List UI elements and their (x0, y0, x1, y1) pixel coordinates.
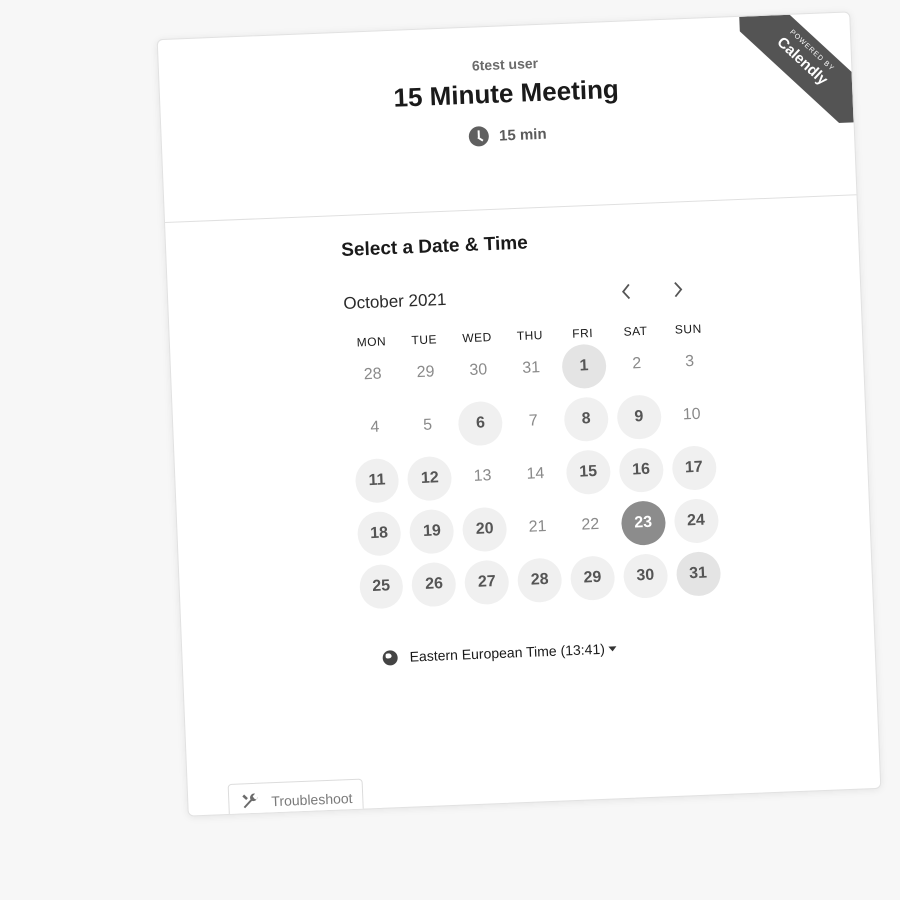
calendar-day-outside-month: 28 (363, 365, 382, 384)
calendar-day-unavailable: 14 (526, 465, 545, 483)
calendar-day-available[interactable]: 25 (358, 563, 405, 610)
globe-icon (382, 649, 398, 666)
calendar-day-unavailable: 7 (528, 412, 539, 430)
calendar-day-available[interactable]: 30 (622, 553, 669, 599)
calendar-grid: MON TUE WED THU FRI SAT SUN 28 29 30 31 … (345, 321, 726, 615)
calendar-day-outside-month: 30 (469, 361, 488, 379)
calendar-day-outside-month: 31 (521, 359, 541, 377)
weekday-label: SAT (623, 323, 648, 339)
troubleshoot-label: Troubleshoot (271, 789, 353, 810)
calendar-day-available[interactable]: 18 (356, 510, 402, 557)
select-date-title: Select a Date & Time (340, 232, 529, 261)
timezone-label: Eastern European Time (13:41) (409, 640, 617, 665)
powered-by-badge[interactable]: POWERED BY Calendly (739, 12, 854, 127)
chevron-right-icon (674, 282, 683, 298)
weekday-label: MON (356, 334, 387, 350)
calendar-day-available[interactable]: 6 (457, 400, 504, 447)
calendar-day-unavailable: 13 (473, 467, 492, 485)
calendar-day-unavailable: 4 (370, 418, 380, 436)
weekday-label: WED (462, 330, 493, 346)
chevron-left-icon (621, 283, 631, 300)
booking-card: POWERED BY Calendly 6test user 15 Minute… (156, 11, 882, 817)
calendar-day-unavailable: 21 (528, 517, 547, 536)
calendar-day-available[interactable]: 1 (561, 343, 607, 390)
month-label: October 2021 (343, 289, 447, 313)
calendar-day-unavailable: 3 (684, 352, 695, 371)
duration-label: 15 min (498, 125, 547, 145)
calendar-day-available[interactable]: 19 (409, 508, 455, 555)
next-month-button[interactable] (663, 274, 694, 305)
month-navigation: October 2021 (343, 273, 714, 318)
troubleshoot-button[interactable]: Troubleshoot (227, 778, 365, 817)
calendar-day-unavailable: 22 (581, 515, 600, 534)
weekday-label: THU (516, 327, 544, 344)
calendar-day-available[interactable]: 9 (616, 394, 662, 441)
calendar-day-available[interactable]: 12 (407, 455, 453, 502)
timezone-text: Eastern European Time (13:41) (409, 640, 606, 665)
calendar-day-available[interactable]: 15 (565, 449, 612, 496)
calendar-day-available[interactable]: 20 (461, 506, 508, 553)
calendar-day-available[interactable]: 16 (618, 447, 664, 494)
weekday-label: TUE (411, 332, 438, 348)
calendar-day-available[interactable]: 11 (354, 457, 400, 504)
calendar-day-unavailable: 5 (422, 416, 433, 434)
calendar-day-available[interactable]: 28 (516, 557, 563, 604)
calendar-day-available[interactable]: 26 (411, 561, 457, 608)
calendar-day-available[interactable]: 8 (563, 396, 609, 443)
calendar-day-unavailable: 2 (632, 355, 642, 373)
calendar-day-unavailable: 10 (682, 405, 701, 424)
calendar-day-available[interactable]: 24 (673, 498, 719, 544)
calendar-day-available[interactable]: 17 (671, 445, 717, 491)
clock-icon (468, 125, 490, 147)
weekday-label: SUN (674, 321, 703, 337)
caret-down-icon (608, 646, 617, 652)
previous-month-button[interactable] (611, 276, 642, 307)
scheduler: Select a Date & Time October 2021 MON TU… (166, 219, 875, 673)
wrench-icon (242, 793, 258, 809)
calendar-day-available[interactable]: 31 (675, 551, 721, 597)
timezone-selector[interactable]: Eastern European Time (13:41) (382, 630, 874, 666)
calendar-day-outside-month: 29 (416, 363, 435, 382)
calendar-day-available[interactable]: 29 (569, 555, 616, 602)
weekday-label: FRI (571, 325, 594, 341)
calendar-day-selected[interactable]: 23 (620, 500, 667, 546)
calendar-day-available[interactable]: 27 (464, 559, 510, 606)
